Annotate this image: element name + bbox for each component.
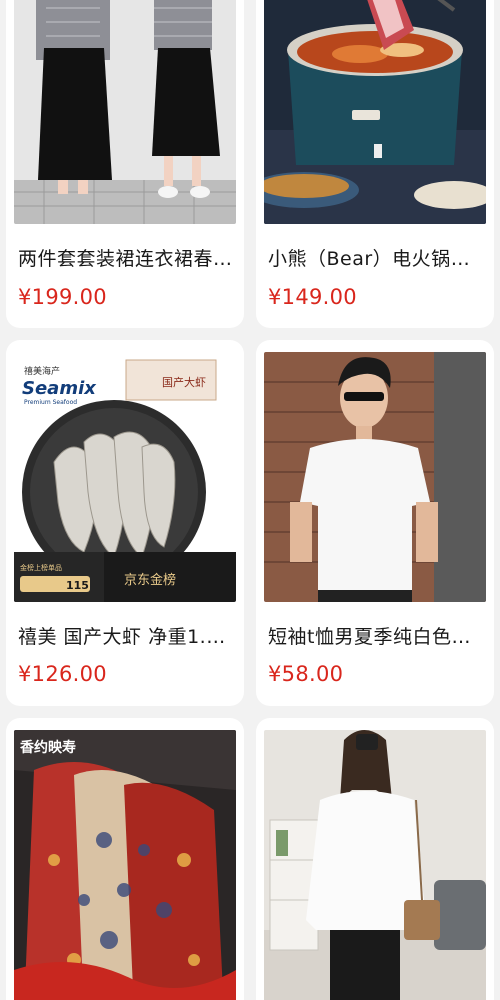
product-card[interactable]: 短袖t恤男夏季纯白色打底衫 ¥58.00: [256, 340, 494, 706]
product-card[interactable]: 小熊（Bear）电火锅分体式 ¥149.00: [256, 0, 494, 328]
product-grid: 两件套套装裙连衣裙春季新款 ¥199.00: [0, 0, 500, 1000]
brand-en-text: Seamix: [22, 378, 97, 399]
brand-cn-text: 禧美海产: [24, 365, 60, 377]
product-image[interactable]: 香约映寿: [14, 730, 236, 1000]
product-title[interactable]: 短袖t恤男夏季纯白色打底衫: [268, 622, 484, 649]
product-title[interactable]: 禧美 国产大虾 净重1.8kg: [18, 622, 234, 649]
product-price: ¥126.00: [18, 662, 107, 686]
product-image[interactable]: 禧美海产 Seamix Premium Seafood 国产大虾 金榜上榜单品 …: [14, 352, 236, 602]
product-card[interactable]: 两件套套装裙连衣裙春季新款 ¥199.00: [6, 0, 244, 328]
store-text: 京东金榜: [124, 572, 176, 588]
product-card[interactable]: 禧美海产 Seamix Premium Seafood 国产大虾 金榜上榜单品 …: [6, 340, 244, 706]
product-card[interactable]: [256, 718, 494, 1000]
product-price: ¥199.00: [18, 285, 107, 309]
product-card[interactable]: 香约映寿: [6, 718, 244, 1000]
product-price: ¥58.00: [268, 662, 344, 686]
product-title[interactable]: 两件套套装裙连衣裙春季新款: [18, 244, 234, 271]
scarf-logo-text: 香约映寿: [19, 739, 76, 756]
product-image[interactable]: [264, 730, 486, 1000]
product-image[interactable]: [264, 0, 486, 224]
product-title[interactable]: 小熊（Bear）电火锅分体式: [268, 244, 484, 271]
badge-text: 金榜上榜单品: [20, 563, 62, 572]
product-price: ¥149.00: [268, 285, 357, 309]
box-label-text: 国产大虾: [162, 375, 206, 389]
product-image[interactable]: [14, 0, 236, 224]
product-image[interactable]: [264, 352, 486, 602]
tagline-text: Premium Seafood: [24, 399, 77, 406]
badge-count-text: 115: [66, 579, 89, 592]
